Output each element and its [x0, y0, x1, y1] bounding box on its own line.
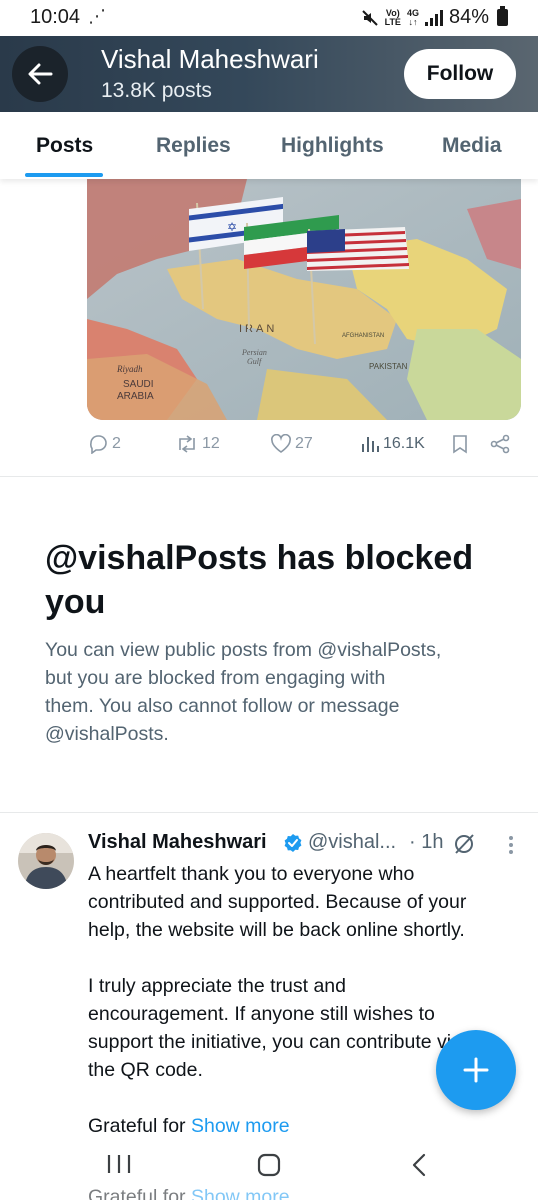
map-label-afghanistan: AFGHANISTAN: [342, 333, 384, 339]
tweet-paragraph: A heartfelt thank you to everyone who co…: [88, 860, 518, 944]
mute-icon: [361, 9, 378, 26]
heart-icon: [271, 434, 291, 453]
post-actions: 2 12 27 16.1K: [87, 432, 521, 460]
views-icon: [362, 437, 379, 452]
profile-header: Vishal Maheshwari 13.8K posts Follow: [0, 36, 538, 112]
volte-indicator: Vo) LTE: [384, 8, 401, 27]
recents-icon[interactable]: [106, 1153, 132, 1175]
tweet-line: A heartfelt thank you to everyone who: [88, 863, 415, 885]
share-icon: [490, 434, 510, 454]
profile-name: Vishal Maheshwari: [101, 44, 319, 74]
blocked-title: @vishalPosts has blocked you: [45, 539, 474, 621]
avatar[interactable]: [18, 833, 74, 889]
volte-bottom: LTE: [384, 16, 401, 27]
scrolled-text-under-nav: Grateful for Show more: [88, 1186, 290, 1200]
ghost-show-more: Show more: [190, 1186, 290, 1200]
tweet-line: I truly appreciate the trust and: [88, 975, 346, 997]
tab-posts[interactable]: Posts: [36, 134, 93, 158]
status-time: 10:04: [30, 6, 81, 28]
svg-text:✡: ✡: [227, 220, 237, 234]
tweet-line: support the initiative, you can contribu…: [88, 1031, 462, 1053]
ghost-line: Grateful for: [88, 1186, 186, 1200]
compose-button[interactable]: [436, 1030, 516, 1110]
post-image[interactable]: IRAN AFGHANISTAN PAKISTAN SAUDI ARABIA R…: [87, 179, 521, 420]
map-label-saudi: SAUDI: [123, 379, 154, 390]
tweet-text: A heartfelt thank you to everyone who co…: [88, 860, 518, 1168]
map-label-persian: Persian: [241, 348, 267, 357]
verified-badge-icon: [284, 834, 302, 852]
map-label-gulf: Gulf: [247, 357, 263, 366]
home-icon[interactable]: [257, 1153, 281, 1177]
tweet-line: contributed and supported. Because of yo…: [88, 891, 467, 913]
repost-action[interactable]: 12: [175, 434, 220, 454]
blocked-line: but you are blocked from engaging with: [45, 667, 386, 689]
tab-media[interactable]: Media: [442, 134, 502, 158]
status-icons: Vo) LTE 4G ↓↑ 84%: [361, 6, 508, 29]
divider: [0, 812, 538, 813]
tab-replies[interactable]: Replies: [156, 134, 231, 158]
more-vertical-icon[interactable]: [507, 835, 515, 855]
sparkle-icon: ⋰: [88, 6, 106, 26]
back-icon[interactable]: [410, 1153, 428, 1177]
avatar-image: [18, 833, 74, 889]
tweet-line: encouragement. If anyone still wishes to: [88, 1003, 435, 1025]
show-more-link[interactable]: Show more: [191, 1115, 290, 1137]
back-button[interactable]: [12, 46, 68, 102]
like-action[interactable]: 27: [270, 434, 313, 454]
tweet-author-handle[interactable]: @vishal...: [308, 831, 396, 854]
tweet-timestamp[interactable]: · 1h: [409, 831, 443, 854]
profile-tabs: Posts Replies Highlights Media: [0, 112, 538, 179]
map-label-riyadh: Riyadh: [116, 364, 143, 374]
blocked-line: @vishalPosts.: [45, 723, 169, 745]
grok-icon[interactable]: [452, 832, 476, 856]
map-label-iran: IRAN: [239, 323, 277, 335]
reply-count: 2: [112, 435, 121, 452]
blocked-line: You can view public posts from @vishalPo…: [45, 639, 442, 661]
status-bar: 10:04 ⋰ Vo) LTE 4G ↓↑ 84%: [0, 0, 538, 36]
repost-icon: [179, 435, 195, 453]
share-action[interactable]: [489, 434, 511, 454]
tab-highlights[interactable]: Highlights: [281, 134, 384, 158]
tweet-author-name[interactable]: Vishal Maheshwari: [88, 831, 267, 854]
like-count: 27: [295, 435, 313, 452]
tweet-line: Grateful for: [88, 1115, 186, 1137]
tweet-line: the QR code.: [88, 1059, 203, 1081]
data-indicator: 4G ↓↑: [407, 8, 419, 27]
data-arrows: ↓↑: [408, 16, 418, 27]
battery-percent: 84%: [448, 6, 489, 28]
map-with-flags-image: IRAN AFGHANISTAN PAKISTAN SAUDI ARABIA R…: [87, 179, 521, 420]
bookmark-action[interactable]: [451, 434, 469, 454]
repost-count: 12: [202, 435, 220, 452]
reply-icon: [90, 435, 107, 454]
plus-icon: [463, 1057, 489, 1083]
arrow-left-icon: [28, 63, 53, 85]
map-label-arabia: ARABIA: [117, 391, 154, 402]
battery-icon: [497, 6, 508, 26]
views-count: 16.1K: [383, 435, 425, 452]
tweet-last-line: Grateful for Show more: [88, 1112, 518, 1140]
follow-button[interactable]: Follow: [404, 49, 516, 99]
active-tab-indicator: [25, 173, 103, 177]
signal-icon: [424, 9, 443, 26]
views-action[interactable]: 16.1K: [360, 434, 425, 454]
blocked-description: You can view public posts from @vishalPo…: [45, 636, 515, 748]
tweet-line: help, the website will be back online sh…: [88, 919, 465, 941]
map-label-pakistan: PAKISTAN: [369, 362, 408, 371]
system-nav-bar: Grateful for Show more: [0, 1140, 538, 1200]
bookmark-icon: [453, 435, 467, 454]
blocked-line: them. You also cannot follow or message: [45, 695, 400, 717]
post-count: 13.8K posts: [101, 79, 212, 102]
tweet-header: Vishal Maheshwari @vishal... · 1h: [88, 831, 528, 861]
divider: [0, 476, 538, 477]
reply-action[interactable]: 2: [87, 434, 121, 454]
